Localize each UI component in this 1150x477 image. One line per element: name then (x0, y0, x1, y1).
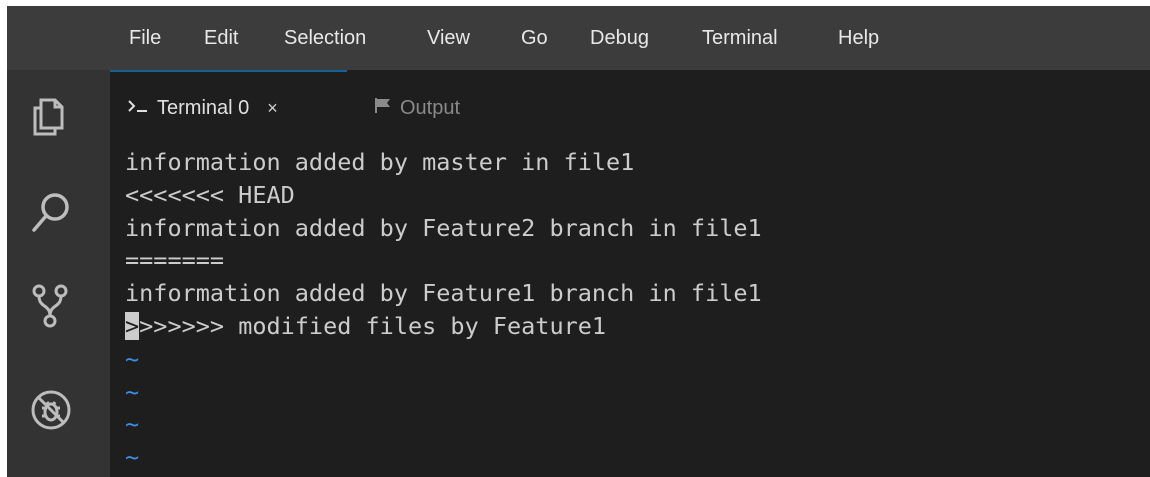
tilde-line: ~ (125, 344, 140, 373)
tilde-line: ~ (125, 410, 140, 439)
debug-icon[interactable] (29, 388, 73, 432)
explorer-icon[interactable] (29, 94, 69, 138)
activity-bar (7, 70, 110, 477)
tilde-line: ~ (125, 443, 140, 472)
tab-terminal[interactable]: Terminal 0 × (127, 94, 278, 122)
terminal-line: <<<<<<< HEAD (125, 180, 295, 209)
menu-view[interactable]: View (427, 24, 470, 52)
tab-output-label: Output (400, 97, 461, 119)
terminal-cursor-line-text: >>>>>> modified files by Feature1 (139, 311, 607, 340)
terminal-line: information added by master in file1 (125, 148, 635, 176)
menu-debug[interactable]: Debug (590, 24, 649, 52)
search-icon[interactable] (29, 190, 73, 234)
terminal-line: information added by Feature1 branch in … (125, 279, 762, 308)
tab-output[interactable]: Output (374, 94, 460, 122)
tab-terminal-label: Terminal 0 (157, 97, 250, 119)
terminal-line: information added by Feature2 branch in … (125, 213, 762, 242)
terminal-output[interactable]: information added by master in file1 <<<… (125, 146, 1150, 474)
active-tab-indicator (110, 70, 347, 72)
vscode-window: File Edit Selection View Go Debug Termin… (7, 6, 1150, 477)
menu-bar: File Edit Selection View Go Debug Termin… (7, 6, 1150, 70)
terminal-cursor-line: >>>>>>> modified files by Feature1 (125, 310, 1150, 343)
terminal-panel: Terminal 0 × Output information added by… (110, 70, 1150, 477)
menu-edit[interactable]: Edit (204, 24, 238, 52)
terminal-line: ======= (125, 246, 225, 275)
menu-help[interactable]: Help (838, 24, 879, 52)
menu-selection[interactable]: Selection (284, 24, 366, 52)
menu-go[interactable]: Go (521, 24, 548, 52)
menu-terminal[interactable]: Terminal (702, 24, 778, 52)
source-control-icon[interactable] (29, 282, 73, 330)
flag-icon (374, 94, 392, 122)
terminal-prompt-icon (127, 94, 149, 122)
tilde-line: ~ (125, 377, 140, 406)
close-icon[interactable]: × (267, 94, 278, 122)
terminal-cursor: > (125, 311, 140, 340)
menu-file[interactable]: File (129, 24, 161, 52)
